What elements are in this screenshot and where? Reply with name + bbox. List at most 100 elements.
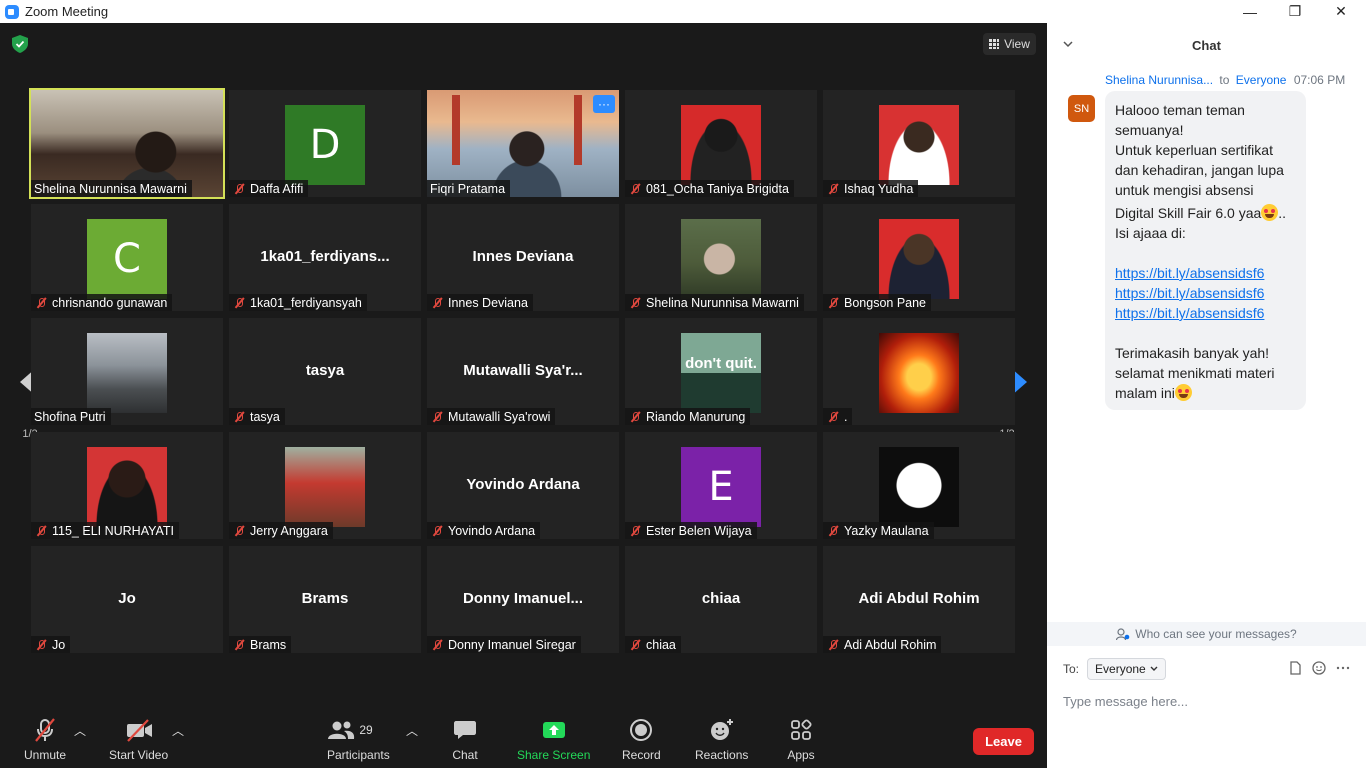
- muted-mic-icon: [430, 297, 444, 309]
- participant-display-name: Jo: [118, 590, 136, 607]
- participant-display-name: tasya: [305, 362, 345, 379]
- participants-options-caret-icon[interactable]: ︿: [406, 722, 418, 739]
- emoji-icon[interactable]: [1312, 661, 1326, 675]
- muted-mic-icon: [430, 411, 444, 423]
- participant-tile[interactable]: .: [823, 318, 1015, 425]
- participant-name-label: Adi Abdul Rohim: [823, 636, 942, 653]
- video-options-caret-icon[interactable]: ︿: [172, 722, 184, 739]
- participant-name-label: Donny Imanuel Siregar: [427, 636, 581, 653]
- bridge-tower: [452, 95, 460, 165]
- restore-button[interactable]: ❐: [1272, 0, 1318, 23]
- participant-tile[interactable]: Adi Abdul Rohim Adi Abdul Rohim: [823, 546, 1015, 653]
- leave-button[interactable]: Leave: [973, 728, 1034, 755]
- view-button[interactable]: View: [983, 33, 1036, 55]
- message-line: Isi ajaaa di:: [1115, 225, 1186, 241]
- message-line: selamat menikmati materi: [1115, 365, 1275, 381]
- participant-tile[interactable]: Shelina Nurunnisa Mawarni: [625, 204, 817, 311]
- reactions-button[interactable]: Reactions: [695, 718, 748, 762]
- chat-message-bubble[interactable]: Halooo teman teman semuanya! Untuk keper…: [1105, 91, 1306, 410]
- participant-tile[interactable]: 081_Ocha Taniya Brigidta: [625, 90, 817, 197]
- share-screen-label: Share Screen: [517, 748, 591, 762]
- participant-tile[interactable]: Ishaq Yudha: [823, 90, 1015, 197]
- participants-icon: [328, 721, 355, 739]
- participant-tile[interactable]: Mutawalli Sya'r... Mutawalli Sya'rowi: [427, 318, 619, 425]
- participant-tile[interactable]: ··· Fiqri Pratama: [427, 90, 619, 197]
- record-button[interactable]: Record: [622, 718, 661, 762]
- minimize-button[interactable]: —: [1227, 0, 1273, 23]
- who-can-see-messages-link[interactable]: Who can see your messages?: [1047, 622, 1366, 646]
- participant-name-label: 081_Ocha Taniya Brigidta: [625, 180, 794, 197]
- close-button[interactable]: ✕: [1318, 0, 1364, 23]
- participant-display-name: Donny Imanuel...: [462, 590, 583, 607]
- participant-tile[interactable]: Shofina Putri: [31, 318, 223, 425]
- unmute-button[interactable]: Unmute: [24, 718, 66, 762]
- participant-display-name: Adi Abdul Rohim: [858, 590, 980, 607]
- chat-header: Chat: [1047, 23, 1366, 67]
- gallery-grid: Shelina Nurunnisa Mawarni D Daffa Afifi ···…: [29, 88, 1015, 653]
- participant-name-label: Ishaq Yudha: [823, 180, 919, 197]
- chevron-down-icon[interactable]: [1063, 39, 1073, 49]
- participant-name-label: Shelina Nurunnisa Mawarni: [31, 180, 192, 197]
- participant-name: Adi Abdul Rohim: [844, 637, 937, 652]
- start-video-label: Start Video: [109, 748, 169, 762]
- participant-tile[interactable]: tasya tasya: [229, 318, 421, 425]
- participant-name: Shelina Nurunnisa Mawarni: [646, 295, 799, 310]
- participant-display-name: Brams: [301, 590, 349, 607]
- muted-mic-icon: [232, 297, 246, 309]
- participant-tile[interactable]: Jo Jo: [31, 546, 223, 653]
- message-line: semuanya!: [1115, 122, 1184, 138]
- security-shield-icon[interactable]: [12, 35, 28, 53]
- message-line: Terimakasih banyak yah!: [1115, 345, 1270, 361]
- participant-tile[interactable]: 115_ ELI NURHAYATI: [31, 432, 223, 539]
- chat-button[interactable]: Chat: [450, 718, 480, 762]
- recipient-select-value: Everyone: [1095, 662, 1146, 676]
- absensi-link[interactable]: https://bit.ly/absensidsf6: [1115, 265, 1264, 281]
- avatar: SN: [1068, 95, 1095, 122]
- participant-name: Donny Imanuel Siregar: [448, 637, 576, 652]
- view-label: View: [1004, 37, 1030, 51]
- participant-tile[interactable]: Bongson Pane: [823, 204, 1015, 311]
- participant-tile[interactable]: D Daffa Afifi: [229, 90, 421, 197]
- participant-tile[interactable]: Innes Deviana Innes Deviana: [427, 204, 619, 311]
- participant-tile[interactable]: don't quit. Riando Manurung: [625, 318, 817, 425]
- recipient-select[interactable]: Everyone: [1087, 658, 1166, 680]
- absensi-link[interactable]: https://bit.ly/absensidsf6: [1115, 305, 1264, 321]
- participant-name-label: Innes Deviana: [427, 294, 533, 311]
- chat-panel: Chat Shelina Nurunnisa... to Everyone 07…: [1047, 23, 1366, 768]
- participant-name: Fiqri Pratama: [430, 181, 506, 196]
- more-options-icon[interactable]: ···: [593, 95, 615, 113]
- participant-tile[interactable]: E Ester Belen Wijaya: [625, 432, 817, 539]
- participant-name-label: tasya: [229, 408, 285, 425]
- participant-tile[interactable]: Donny Imanuel... Donny Imanuel Siregar: [427, 546, 619, 653]
- participant-tile[interactable]: Brams Brams: [229, 546, 421, 653]
- message-time: 07:06 PM: [1293, 73, 1346, 87]
- participant-tile[interactable]: 1ka01_ferdiyans... 1ka01_ferdiyansyah: [229, 204, 421, 311]
- participant-tile[interactable]: Jerry Anggara: [229, 432, 421, 539]
- start-video-button[interactable]: Start Video: [109, 718, 168, 762]
- participant-name: Jerry Anggara: [250, 523, 328, 538]
- absensi-link[interactable]: https://bit.ly/absensidsf6: [1115, 285, 1264, 301]
- participant-tile[interactable]: Yovindo Ardana Yovindo Ardana: [427, 432, 619, 539]
- participant-name-label: 1ka01_ferdiyansyah: [229, 294, 367, 311]
- participant-name-label: Yovindo Ardana: [427, 522, 541, 539]
- recipient-row: To: Everyone: [1063, 658, 1166, 680]
- participant-name-label: Fiqri Pratama: [427, 180, 511, 197]
- participant-tile[interactable]: Shelina Nurunnisa Mawarni: [29, 88, 225, 199]
- chat-message-input[interactable]: [1063, 690, 1353, 712]
- participant-name: chrisnando gunawan: [52, 295, 168, 310]
- apps-button[interactable]: Apps: [786, 718, 816, 762]
- audio-options-caret-icon[interactable]: ︿: [74, 722, 86, 739]
- participant-tile[interactable]: Yazky Maulana: [823, 432, 1015, 539]
- participant-tile[interactable]: Cchrisnando gunawan: [31, 204, 223, 311]
- profile-photo: [879, 219, 959, 299]
- record-icon: [630, 719, 653, 741]
- participant-tile[interactable]: chiaa chiaa: [625, 546, 817, 653]
- participants-button[interactable]: 29 Participants: [327, 718, 390, 762]
- share-screen-button[interactable]: Share Screen: [517, 718, 590, 762]
- file-icon[interactable]: [1288, 661, 1302, 675]
- person-eye-icon: [1116, 627, 1130, 640]
- chat-title: Chat: [1192, 37, 1221, 53]
- message-sender[interactable]: Shelina Nurunnisa...: [1105, 73, 1213, 87]
- more-options-icon[interactable]: [1336, 661, 1350, 675]
- message-recipient: Everyone: [1235, 73, 1287, 87]
